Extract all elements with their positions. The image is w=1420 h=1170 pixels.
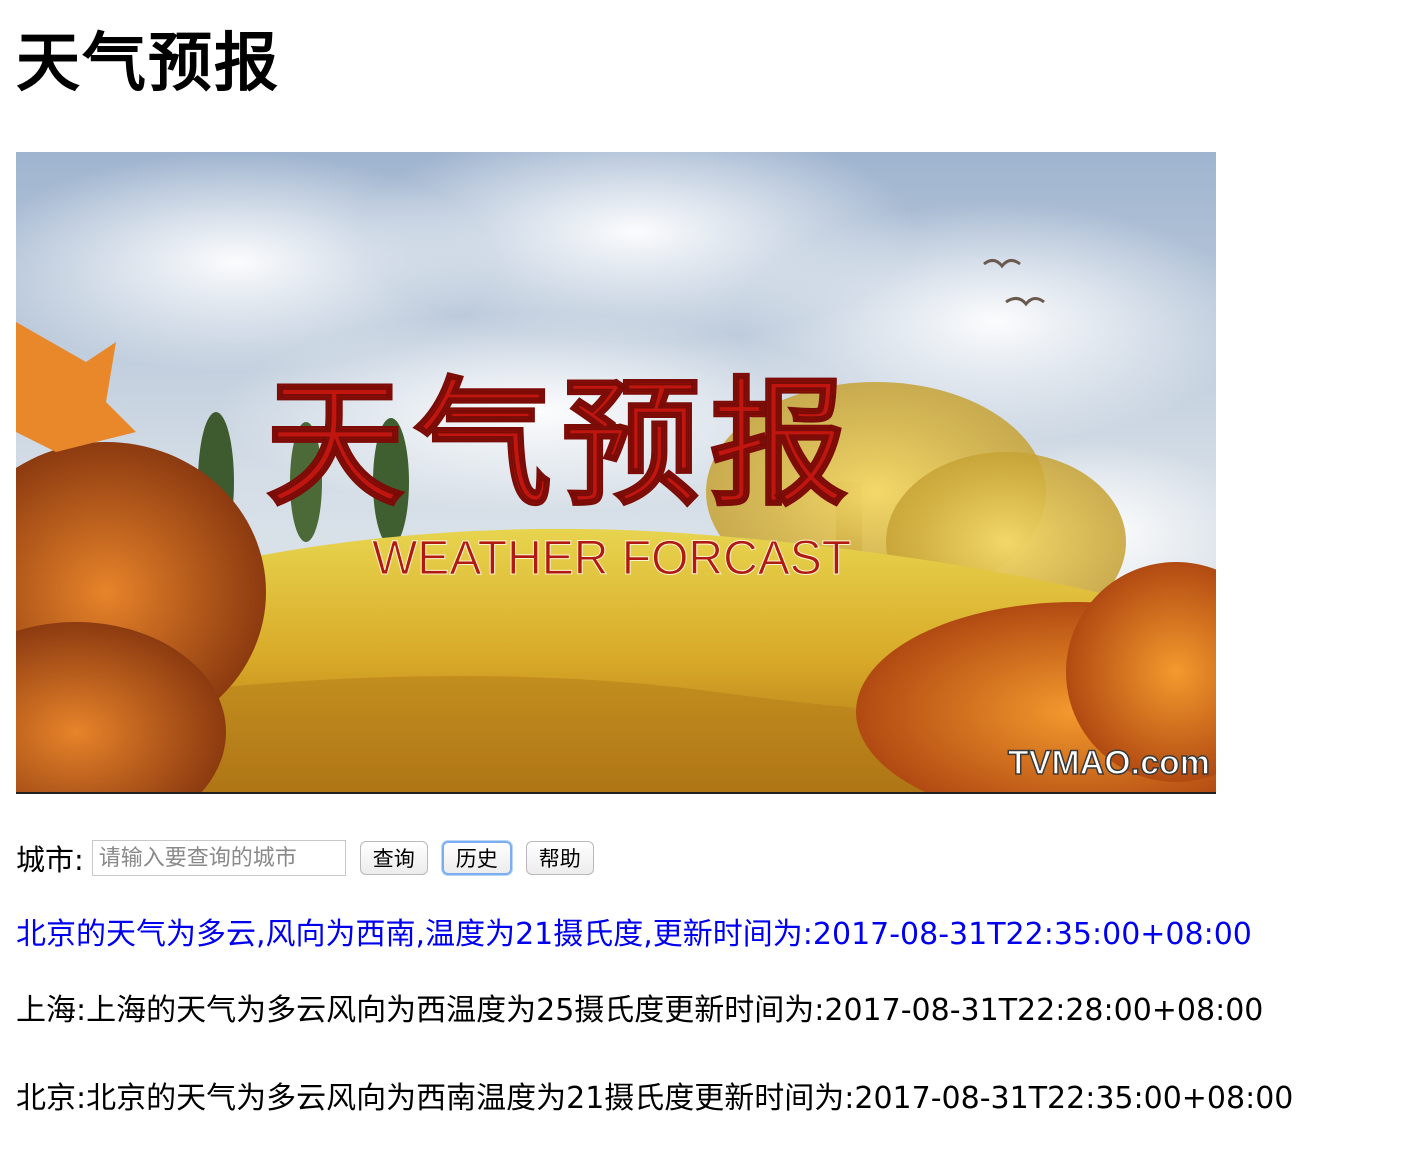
history-item: 上海:上海的天气为多云风向为西温度为25摄氏度更新时间为:2017-08-31T… bbox=[16, 993, 1264, 1028]
query-button[interactable]: 查询 bbox=[359, 841, 428, 875]
weather-forecast-banner: 天气预报 WEATHER FORCAST TVMAO.com bbox=[16, 152, 1216, 794]
banner-watermark: TVMAO.com bbox=[1008, 744, 1210, 782]
city-label: 城市: bbox=[16, 843, 84, 877]
banner-subtitle-en: WEATHER FORCAST bbox=[372, 532, 851, 585]
page-title: 天气预报 bbox=[16, 27, 280, 101]
banner-title-cn: 天气预报 bbox=[266, 364, 858, 525]
history-button[interactable]: 历史 bbox=[441, 841, 512, 875]
help-button[interactable]: 帮助 bbox=[525, 841, 594, 875]
search-row: 城市: 查询 历史 帮助 bbox=[16, 836, 594, 880]
current-weather-result: 北京的天气为多云,风向为西南,温度为21摄氏度,更新时间为:2017-08-31… bbox=[16, 917, 1252, 952]
city-input[interactable] bbox=[91, 840, 346, 876]
history-item: 北京:北京的天气为多云风向为西南温度为21摄氏度更新时间为:2017-08-31… bbox=[16, 1081, 1294, 1116]
history-list: 上海:上海的天气为多云风向为西温度为25摄氏度更新时间为:2017-08-31T… bbox=[16, 990, 1293, 1120]
